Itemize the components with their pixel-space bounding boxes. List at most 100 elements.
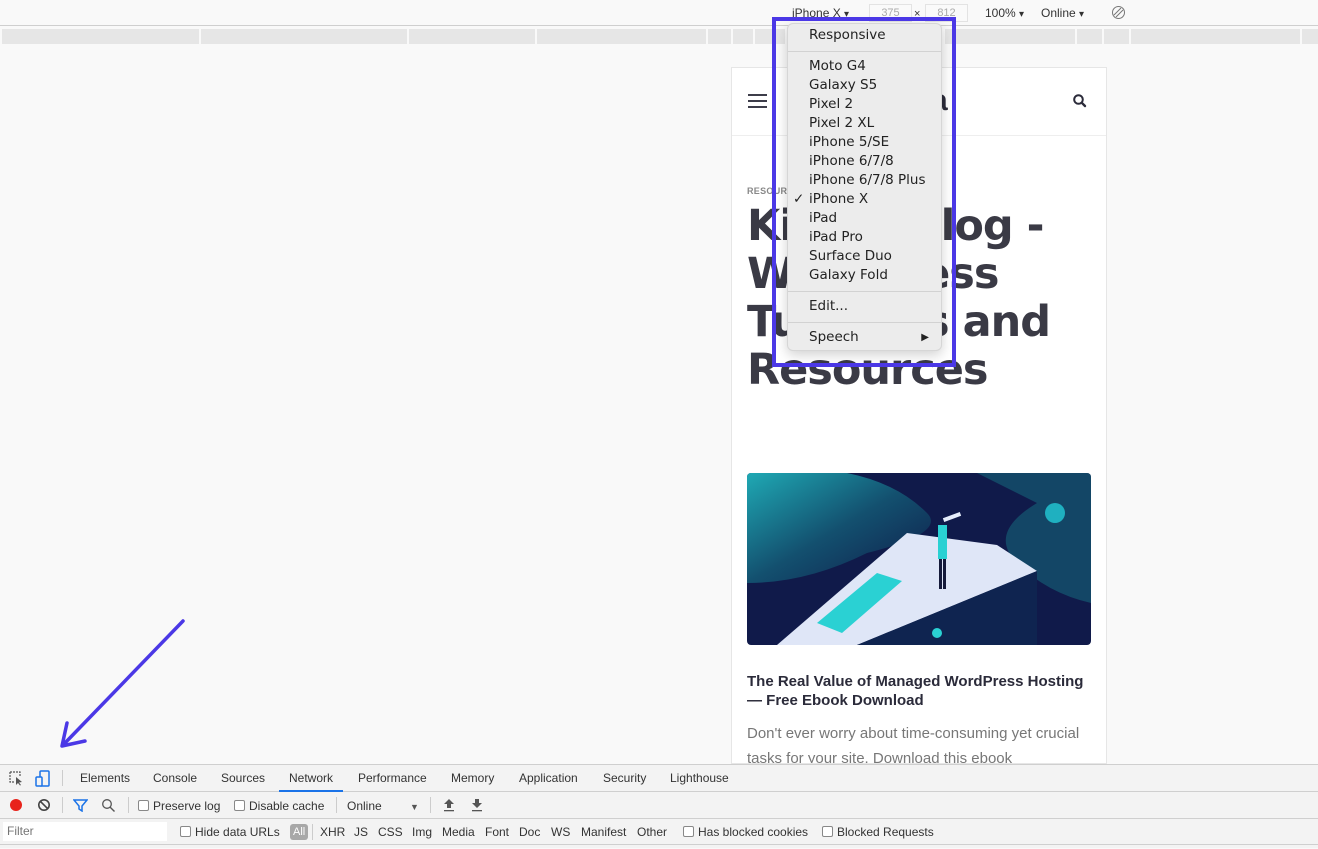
type-filter-doc[interactable]: Doc xyxy=(519,825,540,839)
export-har-icon[interactable] xyxy=(471,798,483,812)
blocked-requests-checkbox[interactable]: Blocked Requests xyxy=(822,825,934,839)
media-query-segment[interactable] xyxy=(733,29,753,44)
search-icon[interactable] xyxy=(101,798,116,813)
has-blocked-cookies-checkbox[interactable]: Has blocked cookies xyxy=(683,825,808,839)
type-filter-ws[interactable]: WS xyxy=(551,825,570,839)
filter-icon[interactable] xyxy=(73,799,88,812)
type-filter-media[interactable]: Media xyxy=(442,825,475,839)
menu-item-galaxy-s5[interactable]: Galaxy S5 xyxy=(788,76,941,95)
search-icon[interactable] xyxy=(1072,93,1088,109)
type-filter-img[interactable]: Img xyxy=(412,825,432,839)
media-query-bar xyxy=(0,28,1318,46)
menu-item-iphone-6-7-8-plus[interactable]: iPhone 6/7/8 Plus xyxy=(788,171,941,190)
checkbox[interactable] xyxy=(138,800,149,811)
height-input[interactable]: 812 xyxy=(925,4,968,22)
media-query-segment[interactable] xyxy=(1302,29,1318,44)
menu-item-label: iPhone X xyxy=(809,191,868,207)
media-query-segment[interactable] xyxy=(945,29,1075,44)
device-select[interactable]: iPhone X ▾ xyxy=(792,6,849,22)
throttling-label: Online xyxy=(1041,6,1076,20)
toolbar-divider xyxy=(312,824,313,840)
hero-illustration xyxy=(747,473,1091,645)
clear-icon[interactable] xyxy=(37,798,51,812)
media-query-segment[interactable] xyxy=(201,29,407,44)
type-filter-css[interactable]: CSS xyxy=(378,825,403,839)
menu-item-speech[interactable]: Speech▶ xyxy=(788,328,941,347)
tab-application[interactable]: Application xyxy=(519,771,578,785)
menu-item-ipad-pro[interactable]: iPad Pro xyxy=(788,228,941,247)
device-toolbar-toggle-icon[interactable] xyxy=(35,770,51,787)
inspect-element-icon[interactable] xyxy=(9,771,24,786)
media-query-segment[interactable] xyxy=(755,29,785,44)
checkbox[interactable] xyxy=(822,826,833,837)
tab-sources[interactable]: Sources xyxy=(221,771,265,785)
tab-elements[interactable]: Elements xyxy=(80,771,130,785)
type-filter-all[interactable]: All xyxy=(290,824,308,840)
checkbox[interactable] xyxy=(683,826,694,837)
tab-memory[interactable]: Memory xyxy=(451,771,494,785)
rotate-icon xyxy=(1111,5,1126,20)
record-icon[interactable] xyxy=(9,798,23,812)
checkbox-label: Has blocked cookies xyxy=(698,825,808,839)
type-filter-manifest[interactable]: Manifest xyxy=(581,825,626,839)
menu-item-pixel-2[interactable]: Pixel 2 xyxy=(788,95,941,114)
width-input[interactable]: 375 xyxy=(869,4,912,22)
toolbar-divider xyxy=(336,797,337,813)
import-har-icon[interactable] xyxy=(443,798,455,812)
type-filter-other[interactable]: Other xyxy=(637,825,667,839)
menu-item-label: iPhone 6/7/8 xyxy=(809,153,894,169)
media-query-segment[interactable] xyxy=(537,29,706,44)
menu-item-surface-duo[interactable]: Surface Duo xyxy=(788,247,941,266)
filter-input[interactable] xyxy=(3,822,167,841)
menu-item-iphone-5-se[interactable]: iPhone 5/SE xyxy=(788,133,941,152)
tab-performance[interactable]: Performance xyxy=(358,771,427,785)
checkbox-label: Preserve log xyxy=(153,799,220,813)
tab-network[interactable]: Network xyxy=(279,771,343,792)
throttling-dropdown[interactable]: Online▼ xyxy=(347,799,382,813)
menu-item-label: Pixel 2 xyxy=(809,96,853,112)
checkbox[interactable] xyxy=(180,826,191,837)
chevron-down-icon: ▼ xyxy=(410,800,419,814)
media-query-segment[interactable] xyxy=(1077,29,1102,44)
zoom-select[interactable]: 100% ▾ xyxy=(985,6,1024,22)
menu-item-label: Surface Duo xyxy=(809,248,892,264)
menu-item-label: iPad xyxy=(809,210,837,226)
menu-item-galaxy-fold[interactable]: Galaxy Fold xyxy=(788,266,941,285)
device-dropdown-menu: Responsive Moto G4 Galaxy S5 Pixel 2 Pix… xyxy=(787,23,942,351)
media-query-segment[interactable] xyxy=(1104,29,1129,44)
media-query-segment[interactable] xyxy=(409,29,535,44)
checkbox[interactable] xyxy=(234,800,245,811)
menu-item-responsive[interactable]: Responsive xyxy=(788,26,941,45)
menu-item-label: iPad Pro xyxy=(809,229,863,245)
checkbox-label: Hide data URLs xyxy=(195,825,280,839)
menu-item-label: Galaxy Fold xyxy=(809,267,888,283)
menu-item-label: iPhone 5/SE xyxy=(809,134,889,150)
type-filter-js[interactable]: JS xyxy=(354,825,368,839)
rotate-button[interactable] xyxy=(1111,5,1126,23)
media-query-segment[interactable] xyxy=(708,29,731,44)
chevron-down-icon: ▾ xyxy=(1079,9,1084,20)
menu-item-pixel-2-xl[interactable]: Pixel 2 XL xyxy=(788,114,941,133)
type-filter-font[interactable]: Font xyxy=(485,825,509,839)
menu-item-iphone-x[interactable]: ✓iPhone X xyxy=(788,190,941,209)
menu-item-ipad[interactable]: iPad xyxy=(788,209,941,228)
preserve-log-checkbox[interactable]: Preserve log xyxy=(138,799,220,813)
hamburger-menu-icon[interactable] xyxy=(748,94,767,108)
tab-lighthouse[interactable]: Lighthouse xyxy=(670,771,729,785)
tab-security[interactable]: Security xyxy=(603,771,646,785)
post-title-link[interactable]: The Real Value of Managed WordPress Host… xyxy=(747,672,1091,710)
device-select-label: iPhone X xyxy=(792,6,841,20)
disable-cache-checkbox[interactable]: Disable cache xyxy=(234,799,324,813)
menu-item-iphone-6-7-8[interactable]: iPhone 6/7/8 xyxy=(788,152,941,171)
media-query-segment[interactable] xyxy=(2,29,199,44)
tab-console[interactable]: Console xyxy=(153,771,197,785)
hero-image[interactable] xyxy=(747,473,1091,645)
throttling-select[interactable]: Online ▾ xyxy=(1041,6,1084,22)
toolbar-divider xyxy=(62,770,63,786)
menu-item-moto-g4[interactable]: Moto G4 xyxy=(788,57,941,76)
menu-item-label: Moto G4 xyxy=(809,58,866,74)
menu-item-edit[interactable]: Edit... xyxy=(788,297,941,316)
hide-data-urls-checkbox[interactable]: Hide data URLs xyxy=(180,825,280,839)
media-query-segment[interactable] xyxy=(1131,29,1300,44)
type-filter-xhr[interactable]: XHR xyxy=(320,825,345,839)
